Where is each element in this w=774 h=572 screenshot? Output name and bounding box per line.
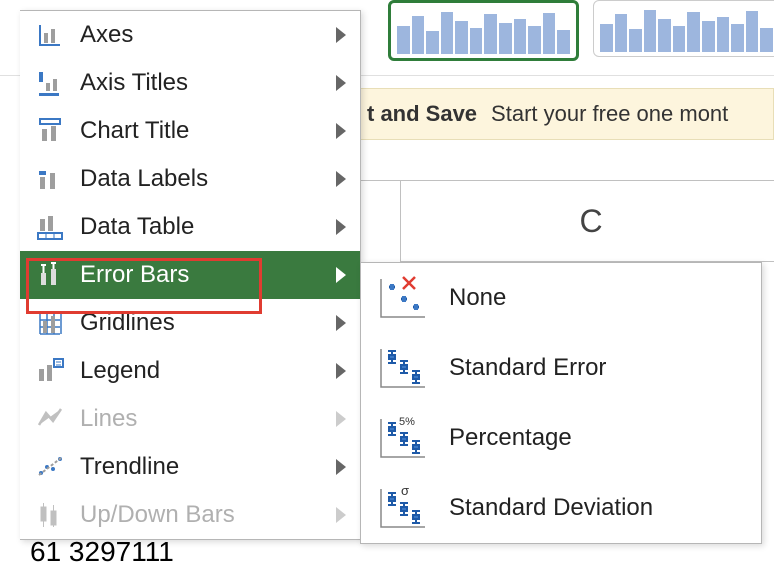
cell-value-partial: 61 3297111 xyxy=(30,536,174,568)
menu-item-data-labels[interactable]: Data Labels xyxy=(20,155,360,203)
menu-label: Chart Title xyxy=(80,117,336,145)
chart-style-thumb-2[interactable] xyxy=(593,0,774,57)
error-bars-submenu: None Standard Error 5% xyxy=(360,262,762,544)
submenu-item-none[interactable]: None xyxy=(361,263,761,333)
menu-item-error-bars[interactable]: Error Bars xyxy=(20,251,360,299)
error-bars-icon xyxy=(34,259,66,291)
submenu-label: Standard Deviation xyxy=(449,494,653,522)
chevron-right-icon xyxy=(336,75,346,91)
menu-label: Error Bars xyxy=(80,261,336,289)
menu-item-updown-bars: Up/Down Bars xyxy=(20,491,360,539)
submenu-label: Standard Error xyxy=(449,354,606,382)
menu-label: Legend xyxy=(80,357,336,385)
chevron-right-icon xyxy=(336,27,346,43)
menu-label: Data Table xyxy=(80,213,336,241)
chart-element-menu: Axes Axis Titles Chart Title Data Labels… xyxy=(20,10,361,540)
lines-icon xyxy=(34,403,66,435)
menu-label: Axes xyxy=(80,21,336,49)
gridlines-icon xyxy=(34,307,66,339)
menu-label: Up/Down Bars xyxy=(80,501,336,529)
menu-item-legend[interactable]: Legend xyxy=(20,347,360,395)
menu-label: Trendline xyxy=(80,453,336,481)
error-bars-stderr-icon xyxy=(375,343,431,393)
error-bars-stddev-icon: σ xyxy=(375,483,431,533)
menu-label: Data Labels xyxy=(80,165,336,193)
menu-item-lines: Lines xyxy=(20,395,360,443)
menu-item-axis-titles[interactable]: Axis Titles xyxy=(20,59,360,107)
column-header-c[interactable]: C xyxy=(400,181,774,262)
error-bars-percentage-icon: 5% xyxy=(375,413,431,463)
axis-titles-icon xyxy=(34,67,66,99)
data-table-icon xyxy=(34,211,66,243)
chevron-right-icon xyxy=(336,267,346,283)
chevron-right-icon xyxy=(336,507,346,523)
axes-icon xyxy=(34,19,66,51)
menu-item-axes[interactable]: Axes xyxy=(20,11,360,59)
menu-item-data-table[interactable]: Data Table xyxy=(20,203,360,251)
trendline-icon xyxy=(34,451,66,483)
submenu-label: None xyxy=(449,284,506,312)
chevron-right-icon xyxy=(336,123,346,139)
chart-style-thumb-selected[interactable] xyxy=(388,0,579,61)
chevron-right-icon xyxy=(336,315,346,331)
submenu-item-percentage[interactable]: 5% Percentage xyxy=(361,403,761,473)
menu-label: Lines xyxy=(80,405,336,433)
sheet-header-row: C xyxy=(360,180,774,271)
menu-item-chart-title[interactable]: Chart Title xyxy=(20,107,360,155)
chevron-right-icon xyxy=(336,459,346,475)
menu-item-trendline[interactable]: Trendline xyxy=(20,443,360,491)
promo-banner: t and Save Start your free one mont xyxy=(360,88,774,140)
chevron-right-icon xyxy=(336,171,346,187)
menu-label: Axis Titles xyxy=(80,69,336,97)
menu-label: Gridlines xyxy=(80,309,336,337)
legend-icon xyxy=(34,355,66,387)
chart-title-icon xyxy=(34,115,66,147)
chevron-right-icon xyxy=(336,411,346,427)
error-bars-none-icon xyxy=(375,273,431,323)
svg-text:5%: 5% xyxy=(399,416,415,428)
updown-bars-icon xyxy=(34,499,66,531)
promo-text: Start your free one mont xyxy=(491,101,728,127)
promo-bold: t and Save xyxy=(367,101,477,127)
submenu-label: Percentage xyxy=(449,424,572,452)
chevron-right-icon xyxy=(336,219,346,235)
submenu-item-standard-deviation[interactable]: σ Standard Deviation xyxy=(361,473,761,543)
data-labels-icon xyxy=(34,163,66,195)
menu-item-gridlines[interactable]: Gridlines xyxy=(20,299,360,347)
submenu-item-standard-error[interactable]: Standard Error xyxy=(361,333,761,403)
chevron-right-icon xyxy=(336,363,346,379)
svg-text:σ: σ xyxy=(401,483,409,498)
